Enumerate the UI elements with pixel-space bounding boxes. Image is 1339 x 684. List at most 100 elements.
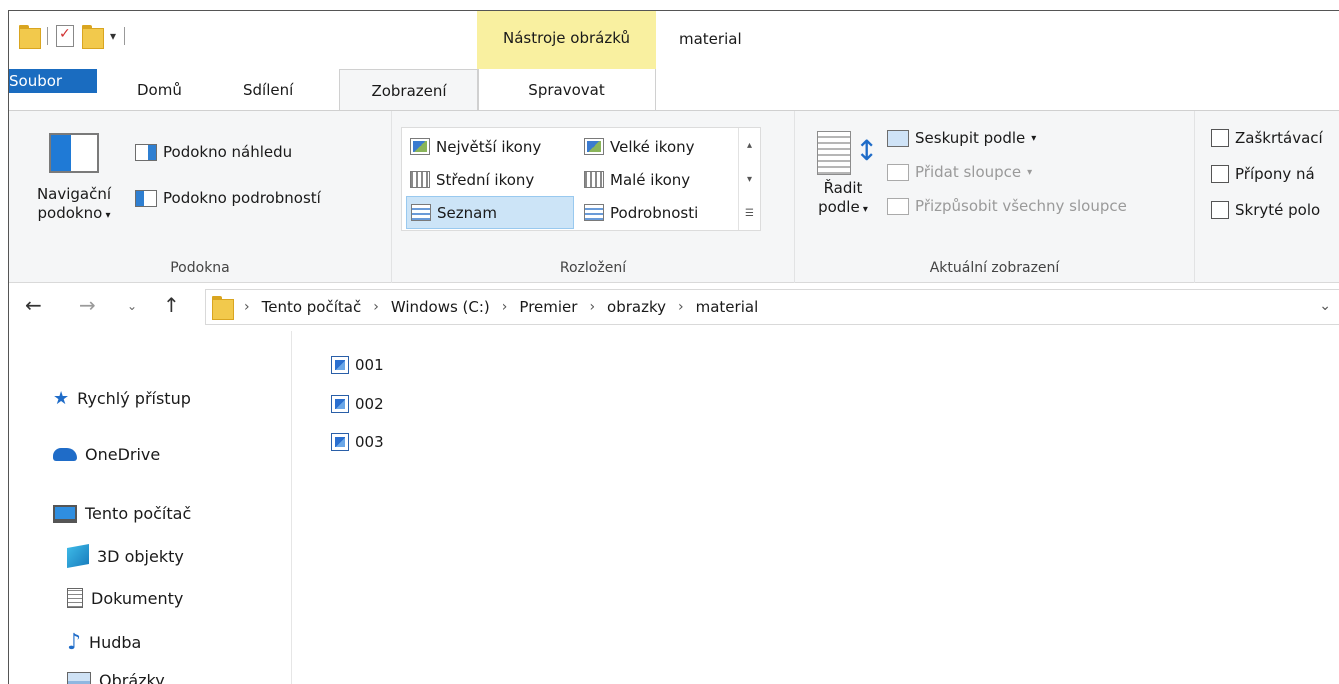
recent-locations-chevron-icon[interactable]: ⌄ bbox=[127, 299, 137, 313]
hidden-items-checkbox[interactable] bbox=[1211, 201, 1229, 219]
image-file-icon bbox=[331, 395, 349, 413]
preview-pane-icon bbox=[135, 143, 157, 161]
ribbon: Navigační podokno ▾ Podokno náhledu Podo… bbox=[9, 110, 1339, 284]
nav-pane-label: Navigační bbox=[36, 185, 112, 203]
layout-list[interactable]: Seznam bbox=[406, 196, 574, 229]
music-note-icon: ♪ bbox=[67, 630, 82, 655]
chevron-right-icon[interactable]: › bbox=[502, 299, 508, 315]
file-name: 002 bbox=[355, 395, 384, 413]
nav-onedrive[interactable]: OneDrive bbox=[53, 445, 160, 464]
layout-label: Seznam bbox=[437, 203, 497, 222]
group-panes: Navigační podokno ▾ Podokno náhledu Podo… bbox=[9, 111, 392, 284]
group-by-button[interactable]: Seskupit podle ▾ bbox=[887, 129, 1036, 147]
extensions-checkbox[interactable] bbox=[1211, 165, 1229, 183]
fit-columns-button[interactable]: Přizpůsobit všechny sloupce bbox=[887, 197, 1127, 215]
address-row: ← → ⌄ ↑ › Tento počítač › Windows (C:) ›… bbox=[9, 283, 1339, 331]
list-item[interactable]: 003 bbox=[331, 430, 384, 454]
add-columns-label: Přidat sloupce bbox=[915, 163, 1022, 181]
fit-columns-icon bbox=[887, 197, 909, 215]
hidden-items-toggle[interactable]: Skryté polo bbox=[1211, 201, 1320, 219]
toolbar-separator bbox=[124, 27, 126, 45]
medium-icons-icon bbox=[410, 171, 430, 188]
pictures-icon bbox=[67, 671, 91, 684]
group-by-label: Seskupit podle bbox=[915, 129, 1026, 147]
item-checkboxes-toggle[interactable]: Zaškrtávací bbox=[1211, 129, 1323, 147]
chevron-right-icon[interactable]: › bbox=[589, 299, 595, 315]
address-bar[interactable]: › Tento počítač › Windows (C:) › Premier… bbox=[205, 289, 1339, 325]
layout-label: Podrobnosti bbox=[610, 203, 699, 222]
layout-large-icons[interactable]: Velké ikony bbox=[580, 130, 695, 163]
title-bar: ▾ Nástroje obrázků material bbox=[9, 11, 1339, 69]
address-dropdown-icon[interactable]: ⌄ bbox=[1319, 298, 1331, 314]
tab-home[interactable]: Domů bbox=[125, 69, 194, 111]
item-checkboxes-checkbox[interactable] bbox=[1211, 129, 1229, 147]
back-arrow-icon[interactable]: ← bbox=[25, 293, 42, 317]
breadcrumb-premier[interactable]: Premier bbox=[519, 298, 577, 316]
list-item[interactable]: 001 bbox=[331, 353, 384, 377]
context-tab-group: Nástroje obrázků bbox=[477, 11, 656, 69]
context-tab-group-label: Nástroje obrázků bbox=[503, 29, 630, 47]
add-columns-icon bbox=[887, 163, 909, 181]
file-list: 001 002 003 bbox=[293, 331, 1339, 684]
tab-share[interactable]: Sdílení bbox=[231, 69, 305, 111]
details-pane-icon bbox=[135, 189, 157, 207]
nav-this-pc[interactable]: Tento počítač bbox=[53, 504, 191, 523]
breadcrumb-this-pc[interactable]: Tento počítač bbox=[262, 298, 362, 316]
customize-toolbar-icon[interactable]: ▾ bbox=[110, 29, 116, 43]
navigation-pane: ★ Rychlý přístup OneDrive Tento počítač … bbox=[9, 331, 292, 684]
details-pane-button[interactable]: Podokno podrobností bbox=[135, 189, 321, 207]
folder-icon[interactable] bbox=[19, 25, 41, 49]
chevron-right-icon[interactable]: › bbox=[244, 299, 250, 315]
layout-details[interactable]: Podrobnosti bbox=[580, 196, 698, 229]
list-item[interactable]: 002 bbox=[331, 392, 384, 416]
chevron-down-icon: ▾ bbox=[1031, 132, 1037, 144]
nav-label: Obrázky bbox=[99, 671, 165, 684]
computer-icon bbox=[53, 504, 77, 523]
sort-arrow-icon: ↕ bbox=[855, 134, 879, 167]
sort-label: Řadit bbox=[823, 179, 863, 197]
chevron-right-icon[interactable]: › bbox=[678, 299, 684, 315]
nav-pane-icon bbox=[49, 133, 99, 173]
fit-columns-label: Přizpůsobit všechny sloupce bbox=[915, 197, 1127, 215]
cloud-icon bbox=[53, 448, 77, 461]
group-show-hide: Zaškrtávací Přípony ná Skryté polo bbox=[1195, 111, 1339, 284]
add-columns-button[interactable]: Přidat sloupce ▾ bbox=[887, 163, 1032, 181]
image-file-icon bbox=[331, 433, 349, 451]
group-current-view: ↕ Řadit podle ▾ Seskupit podle ▾ Přidat … bbox=[795, 111, 1195, 284]
nav-quick-access[interactable]: ★ Rychlý přístup bbox=[53, 388, 191, 409]
nav-documents[interactable]: Dokumenty bbox=[67, 588, 183, 608]
breadcrumb-obrazky[interactable]: obrazky bbox=[607, 298, 666, 316]
scroll-down-icon[interactable]: ▾ bbox=[747, 174, 752, 185]
nav-label: 3D objekty bbox=[97, 546, 184, 566]
layout-small-icons[interactable]: Malé ikony bbox=[580, 163, 690, 196]
layout-medium-icons[interactable]: Střední ikony bbox=[406, 163, 534, 196]
cube-icon bbox=[67, 544, 89, 568]
window-title: material bbox=[679, 30, 742, 48]
breadcrumb-material[interactable]: material bbox=[696, 298, 759, 316]
properties-icon[interactable] bbox=[56, 25, 74, 47]
tab-view[interactable]: Zobrazení bbox=[339, 69, 479, 112]
tab-file[interactable]: Soubor bbox=[9, 69, 97, 93]
item-checkboxes-label: Zaškrtávací bbox=[1235, 129, 1323, 147]
hidden-items-label: Skryté polo bbox=[1235, 201, 1321, 219]
expand-gallery-icon[interactable]: ☰ bbox=[745, 208, 754, 219]
breadcrumb-windows-c[interactable]: Windows (C:) bbox=[391, 298, 490, 316]
scroll-up-icon[interactable]: ▴ bbox=[747, 140, 752, 151]
up-arrow-icon[interactable]: ↑ bbox=[163, 293, 180, 317]
extensions-toggle[interactable]: Přípony ná bbox=[1211, 165, 1315, 183]
gallery-scrollbar[interactable]: ▴ ▾ ☰ bbox=[738, 128, 760, 230]
preview-pane-button[interactable]: Podokno náhledu bbox=[135, 143, 292, 161]
list-icon bbox=[411, 204, 431, 221]
layout-extra-large-icons[interactable]: Největší ikony bbox=[406, 130, 541, 163]
chevron-right-icon[interactable]: › bbox=[373, 299, 379, 315]
nav-pictures[interactable]: Obrázky bbox=[67, 671, 165, 684]
nav-music[interactable]: ♪ Hudba bbox=[67, 630, 141, 655]
nav-label: Rychlý přístup bbox=[77, 389, 191, 408]
document-icon bbox=[67, 588, 83, 608]
nav-3d-objects[interactable]: 3D objekty bbox=[67, 544, 184, 568]
layout-label: Malé ikony bbox=[610, 170, 691, 189]
forward-arrow-icon[interactable]: → bbox=[79, 293, 96, 317]
new-folder-icon[interactable] bbox=[82, 25, 104, 49]
preview-pane-label: Podokno náhledu bbox=[163, 143, 293, 161]
tab-manage[interactable]: Spravovat bbox=[477, 69, 656, 111]
